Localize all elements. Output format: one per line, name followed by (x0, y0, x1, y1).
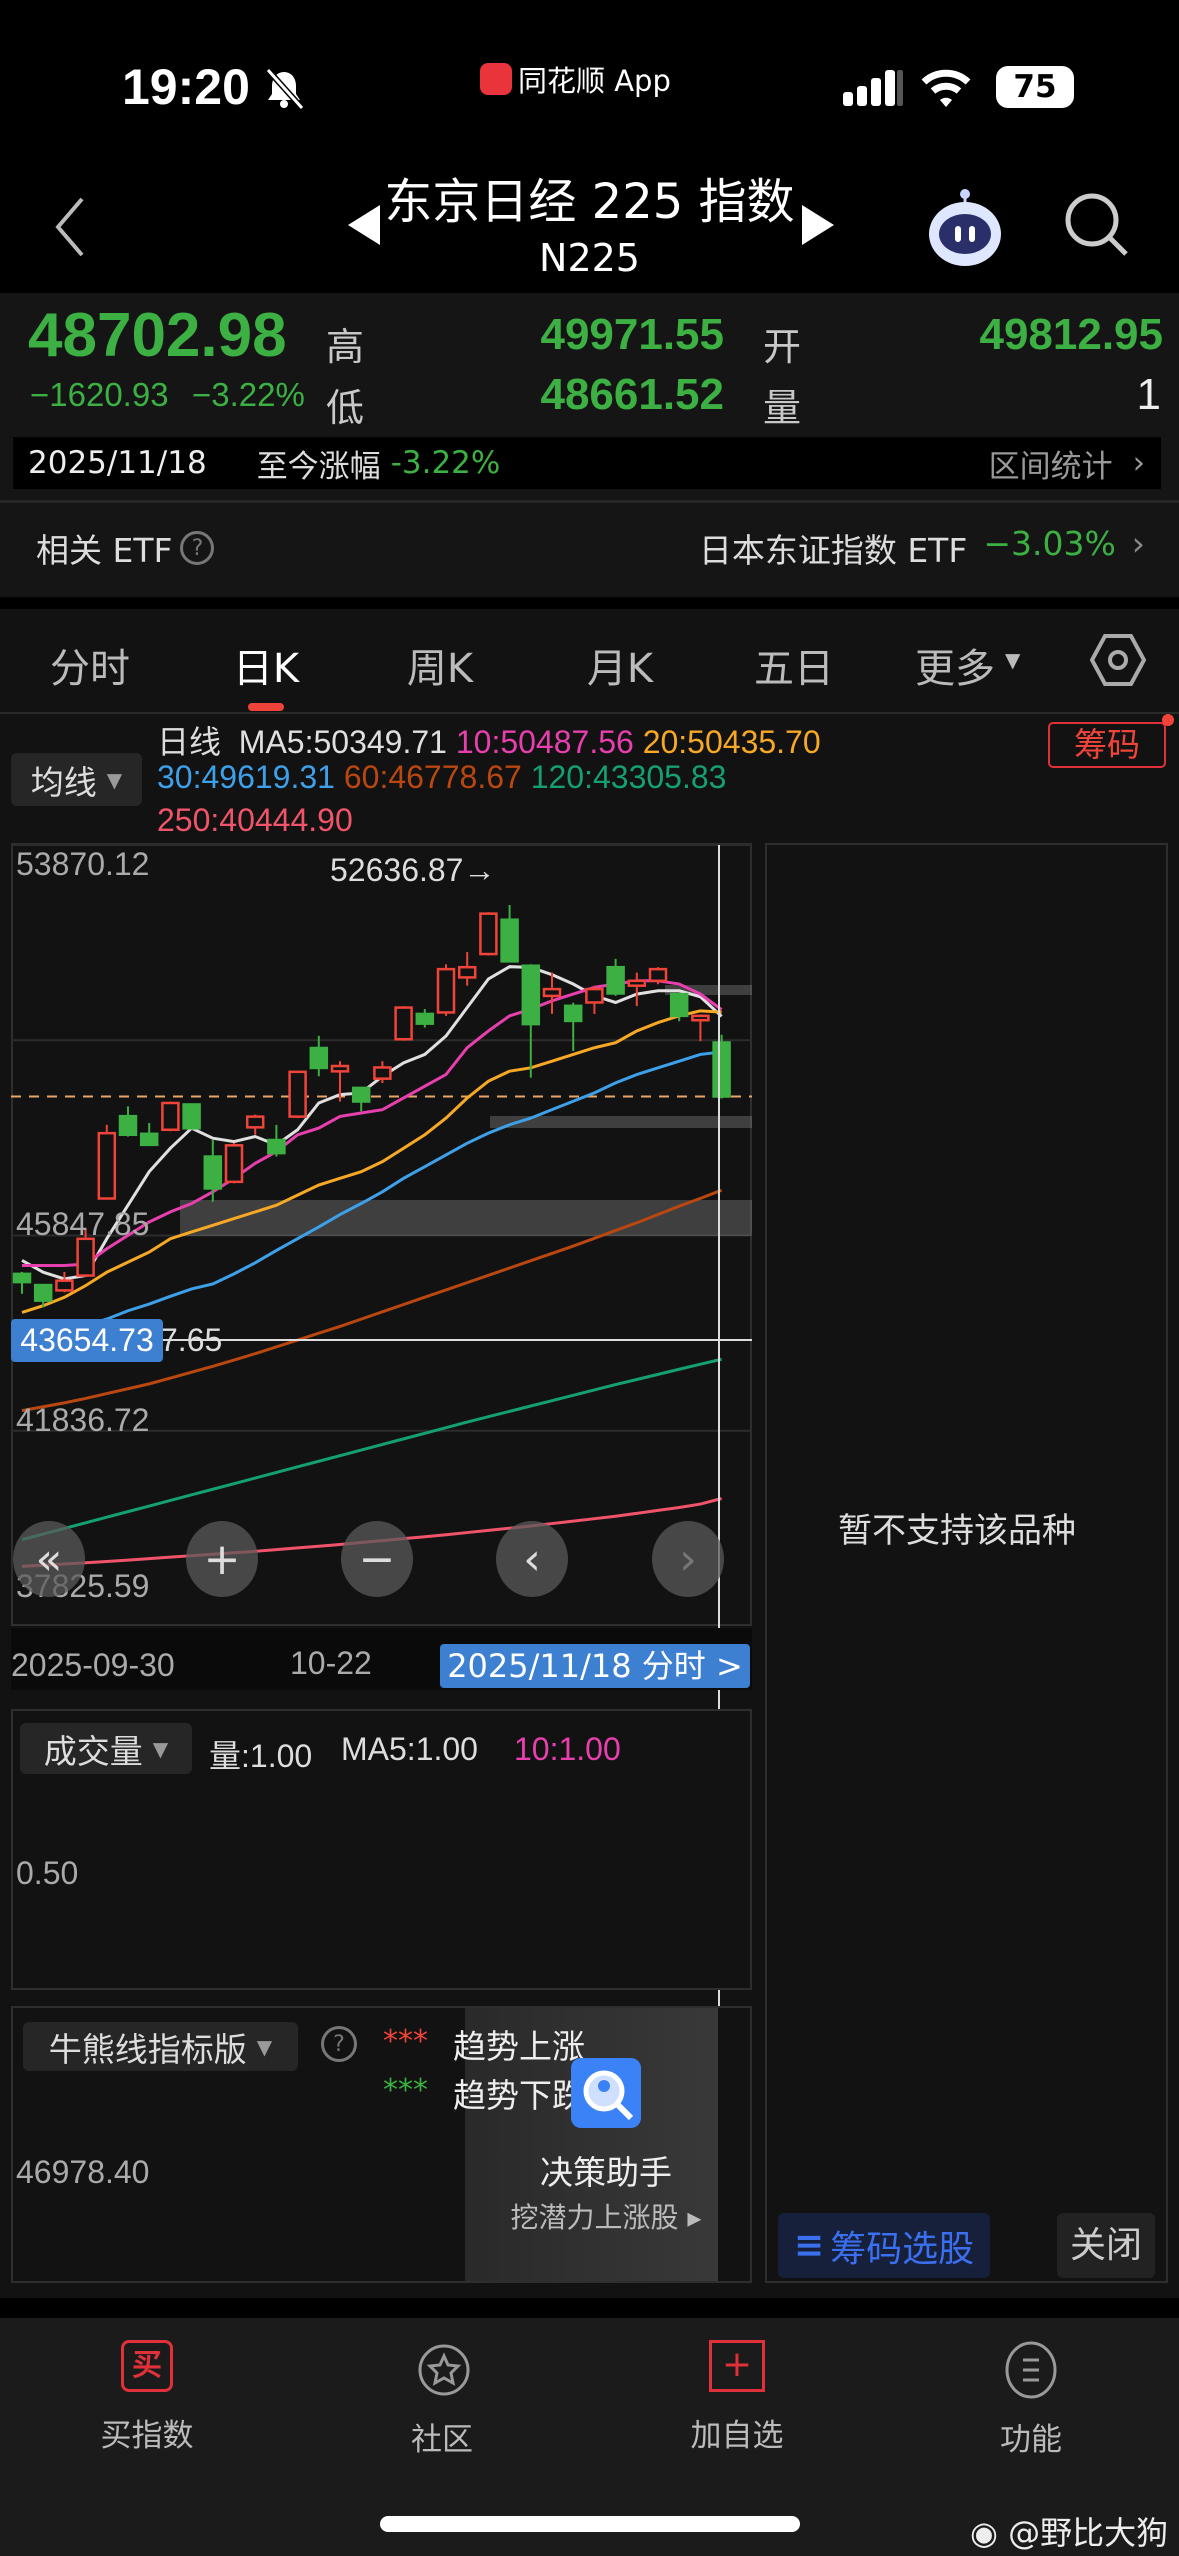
home-indicator (380, 2516, 800, 2532)
list-icon: ≡ (793, 2225, 825, 2266)
candle-up (330, 1064, 350, 1073)
plus-icon: + (709, 2340, 765, 2392)
trend-down-label: 趋势下跌 (453, 2076, 585, 2115)
close-button[interactable]: 关闭 (1057, 2213, 1155, 2278)
nav-label: 买指数 (100, 2418, 194, 2454)
candle-down (12, 1272, 32, 1284)
candle-up (373, 1066, 392, 1080)
menu-circle-icon (1005, 2341, 1057, 2399)
zoom-out-button[interactable]: − (341, 1521, 413, 1597)
crosshair-price-label: 43654.73 (11, 1319, 163, 1362)
x-label-start: 2025-09-30 (11, 1647, 175, 1683)
candle-down (33, 1283, 53, 1302)
candle-down (669, 992, 689, 1018)
candle-up (76, 1237, 95, 1277)
candle-up (55, 1279, 74, 1292)
candle-down (309, 1046, 329, 1070)
nav-label: 加自选 (690, 2418, 784, 2454)
candle-up (542, 987, 562, 998)
candle-down (351, 1086, 371, 1103)
divider (0, 2298, 1179, 2318)
watermark-text: @野比大狗 (1008, 2514, 1169, 2552)
popup-link[interactable]: 挖潜力上涨股 ▸ (480, 2196, 732, 2236)
help-icon[interactable]: ? (321, 2026, 357, 2062)
candle-up (161, 1101, 180, 1132)
popup-title: 决策助手 (540, 2153, 672, 2192)
intraday-link-button[interactable]: 2025/11/18 分时 > (440, 1644, 750, 1688)
candle-up (457, 965, 477, 979)
caret-right-icon: ▸ (687, 2201, 702, 2234)
trend-up-label: 趋势上涨 (453, 2027, 585, 2066)
candle-down (267, 1138, 286, 1155)
trend-down-marker: *** (383, 2073, 428, 2108)
chip-pick-label: 筹码选股 (830, 2228, 975, 2270)
y-tick: 41836.72 (16, 1402, 150, 1438)
max-price-label: 52636.87→ (330, 852, 496, 888)
candle-down (606, 965, 625, 995)
nav-label: 社区 (411, 2422, 473, 2458)
candle-down (118, 1114, 138, 1137)
candle-down (139, 1132, 159, 1147)
jump-start-button[interactable]: « (13, 1521, 85, 1597)
candle-down (182, 1103, 201, 1130)
watermark: ◉ @野比大狗 (970, 2508, 1168, 2554)
candle-down (712, 1041, 731, 1098)
popup-link-label: 挖潜力上涨股 (510, 2201, 679, 2234)
x-label: 10-22 (290, 1645, 372, 1681)
volume-value: 量:1.00 (209, 1738, 313, 1774)
nav-add-watchlist[interactable]: + 加自选 (647, 2340, 827, 2455)
candle-down (415, 1012, 435, 1025)
candle-up (245, 1115, 265, 1129)
candle-up (648, 967, 668, 983)
candle-up (627, 979, 647, 987)
candle-up (436, 967, 456, 1014)
candle-up (394, 1006, 413, 1041)
candle-up (691, 1014, 710, 1022)
y-tick-top: 53870.12 (16, 846, 150, 882)
unsupported-message: 暂不支持该品种 (838, 1511, 1076, 1551)
buy-icon: 买 (121, 2340, 173, 2392)
candle-down (500, 918, 519, 963)
candle-down (203, 1155, 223, 1190)
ma20-line (21, 1009, 722, 1314)
chevron-down-icon: ▼ (256, 2034, 273, 2059)
volume-selector-label: 成交量 (43, 1731, 143, 1771)
indicator-selector[interactable]: 牛熊线指标版 ▼ (23, 2022, 298, 2071)
candle-up (585, 987, 604, 1004)
nav-buy-index[interactable]: 买 买指数 (57, 2340, 237, 2455)
volume-ma10: 10:1.00 (514, 1731, 621, 1767)
ma120-line (21, 1357, 722, 1542)
candle-up (97, 1131, 117, 1200)
chip-stock-pick-button[interactable]: ≡ 筹码选股 (778, 2213, 990, 2278)
trend-up-marker: *** (383, 2024, 428, 2059)
decision-assistant-icon[interactable] (571, 2058, 641, 2128)
candle-up (479, 912, 498, 956)
candle-up (224, 1144, 244, 1184)
candle-down (521, 964, 541, 1026)
weibo-icon: ◉ (970, 2514, 998, 2552)
chip-panel (765, 843, 1168, 2283)
volume-mid-tick: 0.50 (16, 1855, 79, 1891)
nav-community[interactable]: 社区 (352, 2340, 532, 2459)
candle-down (563, 1004, 583, 1023)
chip-band (180, 1200, 752, 1236)
indicator-selector-label: 牛熊线指标版 (48, 2029, 247, 2069)
zoom-in-button[interactable]: + (186, 1521, 258, 1597)
volume-ma5: MA5:1.00 (341, 1731, 478, 1767)
chevron-down-icon: ▼ (152, 1736, 169, 1761)
y-tick: 45847.85 (16, 1206, 150, 1242)
candle-up (288, 1070, 307, 1118)
scroll-right-button[interactable]: › (652, 1521, 724, 1597)
scroll-left-button[interactable]: ‹ (496, 1521, 568, 1597)
indicator-tick: 46978.40 (16, 2154, 150, 2190)
nav-functions[interactable]: 功能 (941, 2340, 1121, 2459)
volume-selector[interactable]: 成交量 ▼ (20, 1723, 192, 1774)
partial-y-tick: 7.65 (160, 1322, 223, 1358)
community-star-icon (418, 2344, 470, 2396)
nav-label: 功能 (1000, 2422, 1062, 2458)
